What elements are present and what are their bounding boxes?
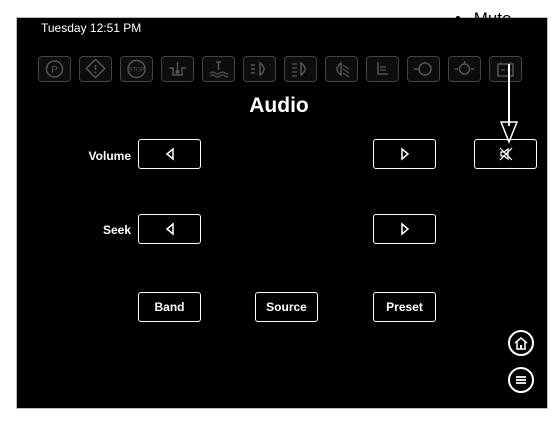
seek-back-button[interactable]: [138, 214, 201, 244]
brake-icon: [448, 56, 481, 82]
lights-icon: [243, 56, 276, 82]
right-arrow-icon: [400, 147, 409, 161]
volume-down-button[interactable]: [138, 139, 201, 169]
mute-callout-line2: Button: [479, 40, 529, 59]
seek-label: Seek: [102, 223, 131, 237]
low-beam-icon: [325, 56, 358, 82]
volume-up-button[interactable]: [373, 139, 436, 169]
preset-button[interactable]: Preset: [373, 292, 436, 322]
svg-text:STOP: STOP: [128, 68, 144, 74]
oil-icon: [407, 56, 440, 82]
mute-callout: • Mute: [455, 8, 511, 30]
menu-button[interactable]: [508, 367, 534, 393]
left-arrow-icon: [165, 222, 174, 236]
warning-icon: [79, 56, 112, 82]
coolant-icon: [202, 56, 235, 82]
band-button[interactable]: Band: [138, 292, 201, 322]
high-beam-icon: [366, 56, 399, 82]
menu-icon: [516, 376, 526, 384]
callout-bullet: •: [455, 9, 461, 28]
svg-text:P: P: [51, 65, 58, 76]
callout-line1: Mute: [473, 9, 512, 28]
status-datetime: Tuesday 12:51 PM: [41, 21, 142, 35]
left-arrow-icon: [165, 147, 174, 161]
fog-lights-icon: [284, 56, 317, 82]
park-brake-icon: P: [38, 56, 71, 82]
source-button[interactable]: Source: [255, 292, 318, 322]
seek-forward-button[interactable]: [373, 214, 436, 244]
home-button[interactable]: [508, 330, 534, 356]
home-icon: [514, 337, 528, 350]
engine-temp-icon: [161, 56, 194, 82]
indicator-bar: P STOP: [38, 56, 522, 82]
mute-icon: [499, 147, 512, 161]
stop-icon: STOP: [120, 56, 153, 82]
volume-label: Volume: [88, 149, 131, 163]
page-title: Audio: [249, 94, 309, 117]
right-arrow-icon: [400, 222, 409, 236]
callout-arrow: [499, 64, 519, 144]
